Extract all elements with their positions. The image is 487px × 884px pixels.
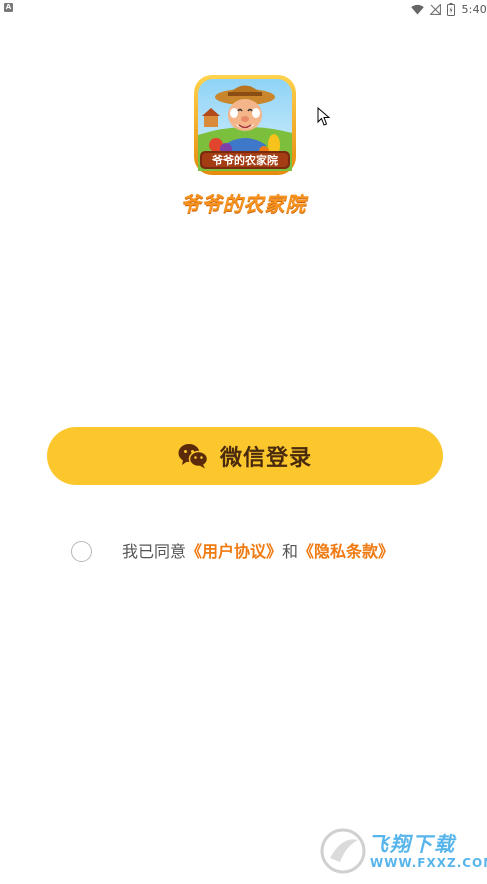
watermark-url: WWW.FXXZ.COM (370, 856, 487, 870)
wifi-icon (411, 4, 425, 14)
logo-badge-text: 爷爷的农家院 (211, 153, 278, 167)
wechat-login-label: 微信登录 (219, 446, 312, 471)
notification-app-icon: A (4, 3, 13, 12)
status-time: 5:40 (461, 2, 487, 16)
status-icons: 5:40 (411, 0, 487, 18)
agreement-checkbox[interactable] (71, 541, 92, 562)
agreement-row: 我已同意《用户协议》和《隐私条款》 (0, 540, 487, 566)
agreement-text: 我已同意《用户协议》和《隐私条款》 (122, 541, 394, 563)
no-signal-icon (430, 3, 442, 15)
wechat-login-button[interactable]: 微信登录 (47, 427, 443, 485)
privacy-policy-link[interactable]: 《隐私条款》 (298, 542, 394, 561)
watermark-logo-icon (320, 828, 366, 874)
app-title: 爷爷的农家院 (180, 192, 307, 216)
user-agreement-link[interactable]: 《用户协议》 (186, 542, 282, 561)
agreement-and: 和 (282, 542, 299, 561)
agreement-prefix: 我已同意 (122, 542, 187, 561)
status-bar: A 5:40 (0, 0, 487, 18)
watermark: 飞翔下载 WWW.FXXZ.COM (320, 826, 487, 878)
battery-icon (447, 2, 456, 16)
watermark-text: 飞翔下载 (368, 832, 456, 856)
wechat-icon (178, 444, 208, 469)
app-logo: 爷爷的农家院 (194, 75, 296, 175)
mouse-cursor-icon (317, 107, 331, 126)
